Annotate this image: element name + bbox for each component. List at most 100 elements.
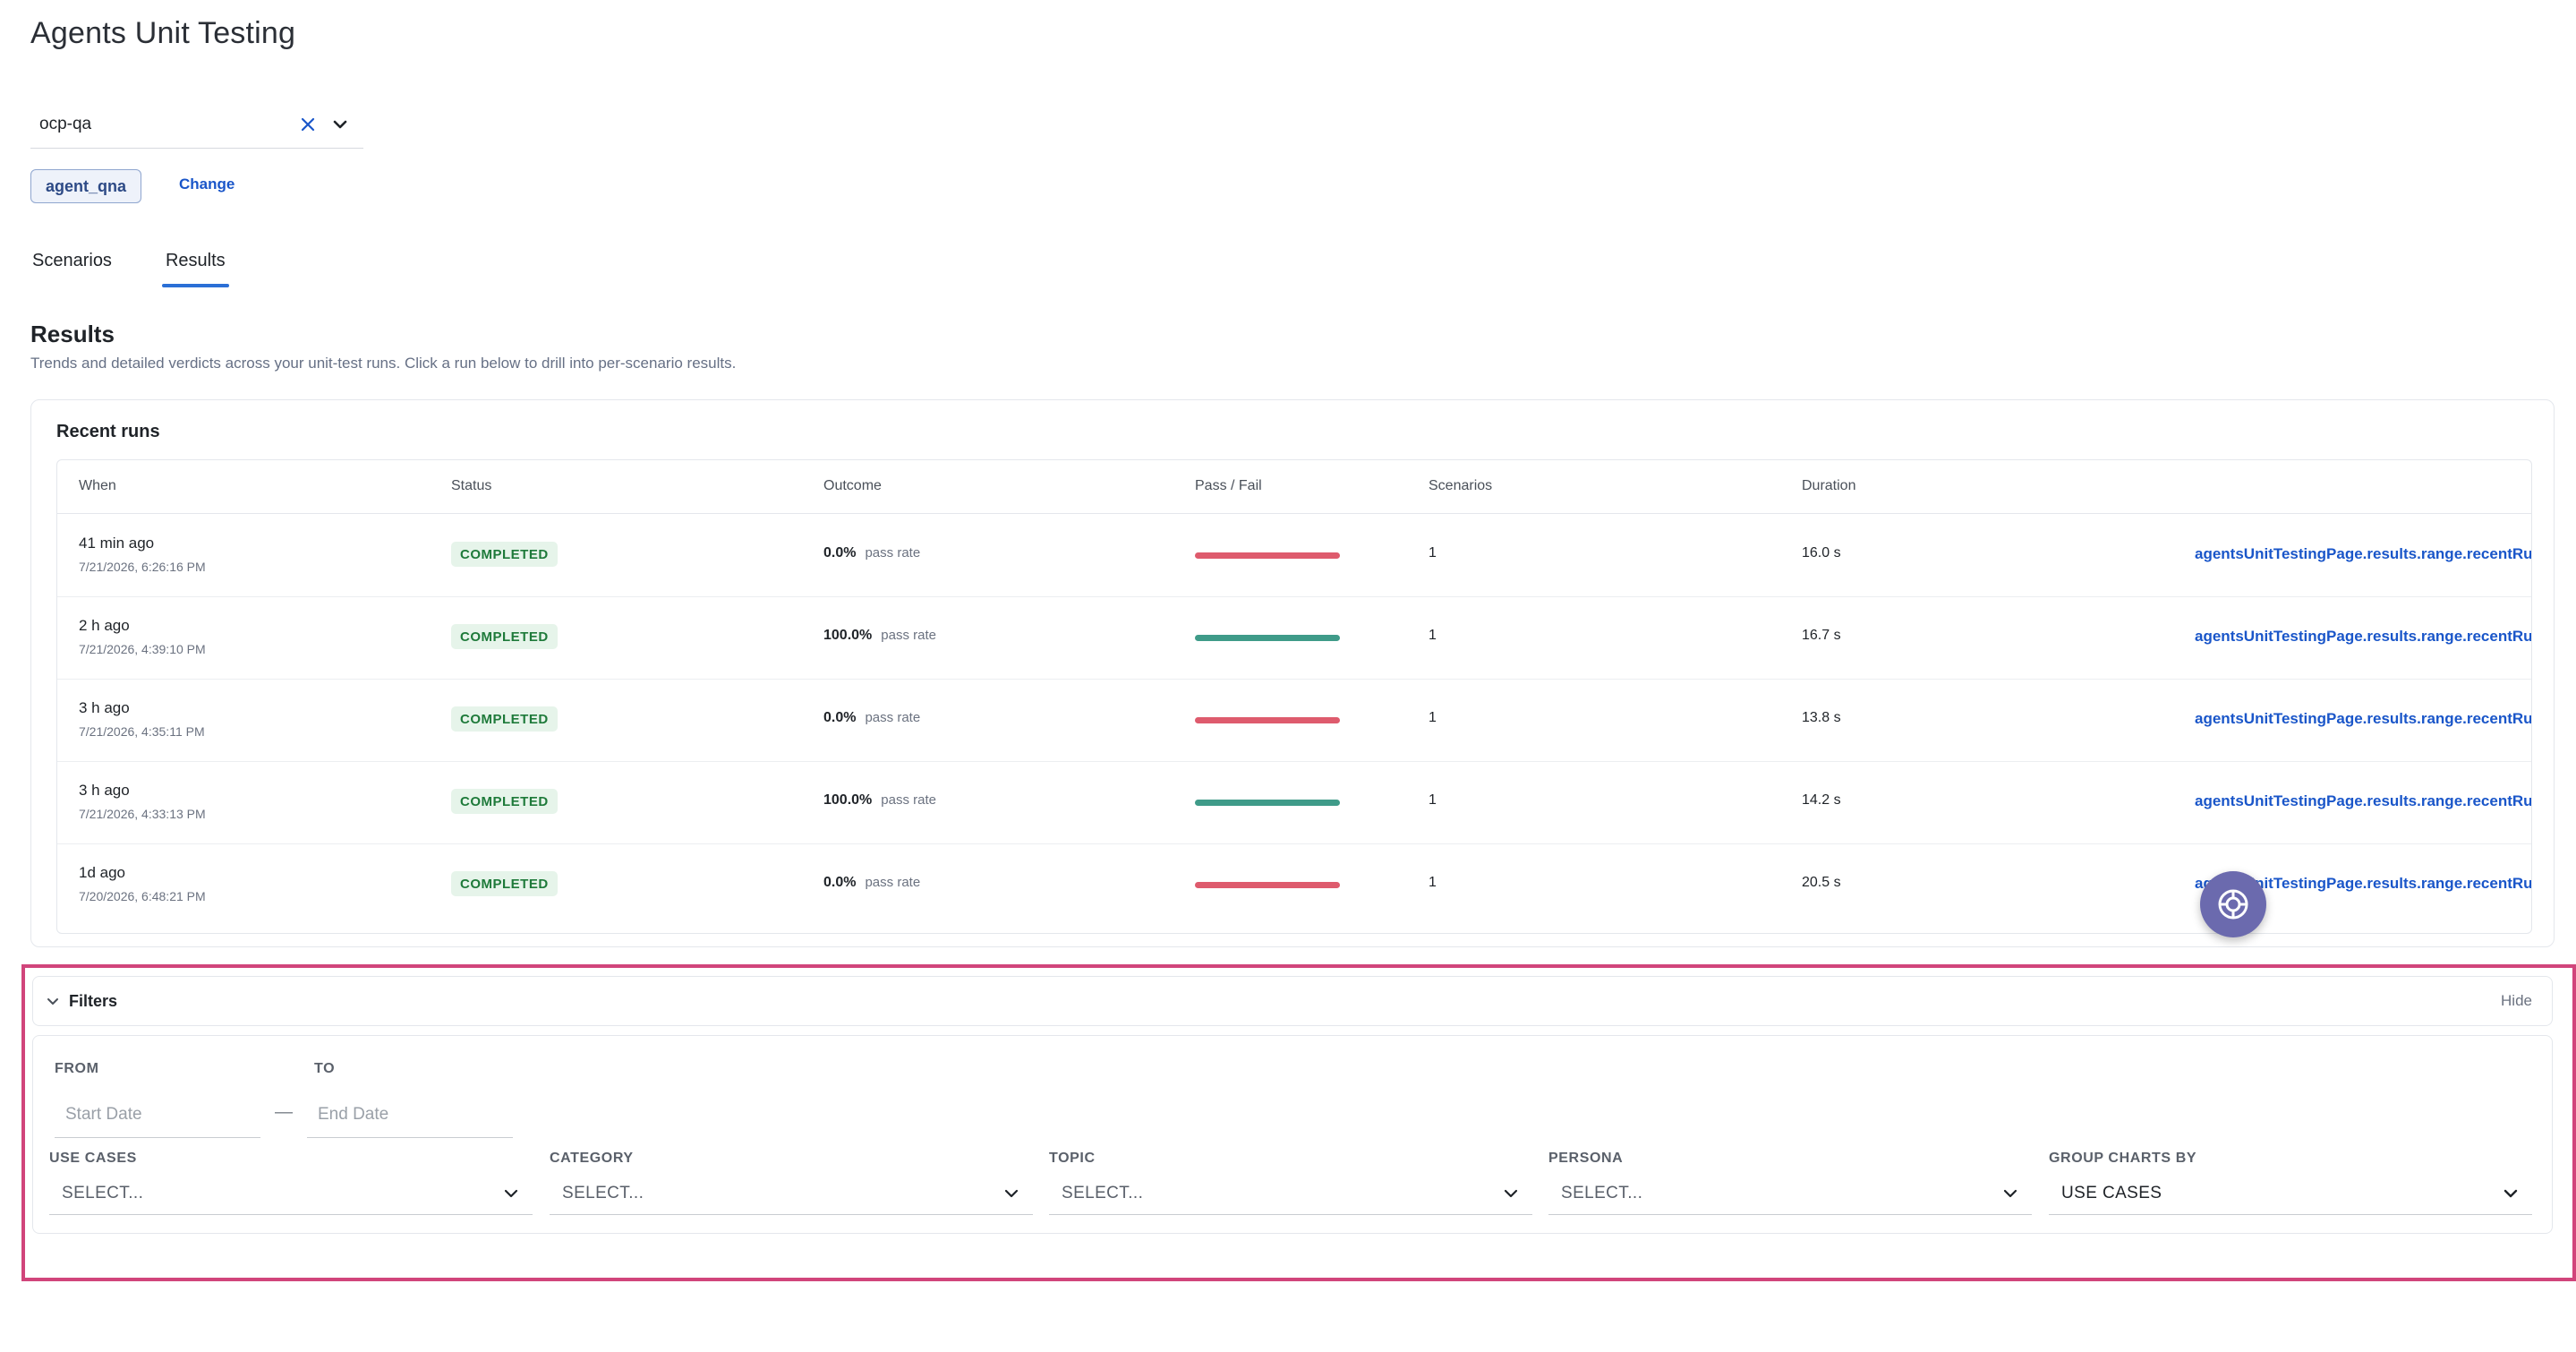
run-details-link[interactable]: agentsUnitTestingPage.results.range.rece… bbox=[2195, 628, 2531, 646]
run-when: 3 h ago bbox=[79, 782, 130, 799]
run-scenarios: 1 bbox=[1429, 710, 1437, 725]
recent-runs-table: When Status Outcome Pass / Fail Scenario… bbox=[56, 459, 2532, 934]
run-timestamp: 7/21/2026, 4:33:13 PM bbox=[79, 807, 206, 821]
run-outcome: 100.0% pass rate bbox=[823, 792, 936, 809]
category-value: SELECT... bbox=[562, 1183, 644, 1202]
to-label: TO bbox=[314, 1061, 336, 1076]
chevron-down-icon bbox=[1996, 1179, 2025, 1208]
run-timestamp: 7/21/2026, 6:26:16 PM bbox=[79, 560, 206, 574]
run-scenarios: 1 bbox=[1429, 792, 1437, 808]
topic-value: SELECT... bbox=[1062, 1183, 1144, 1202]
filters-header: Filters Hide bbox=[32, 976, 2553, 1026]
column-header-outcome: Outcome bbox=[823, 478, 882, 493]
run-scenarios: 1 bbox=[1429, 875, 1437, 890]
pass-fail-bar bbox=[1195, 800, 1340, 806]
run-when: 41 min ago bbox=[79, 535, 155, 552]
tab-bar: Scenarios Results bbox=[30, 244, 277, 287]
run-timestamp: 7/20/2026, 6:48:21 PM bbox=[79, 889, 206, 903]
run-scenarios: 1 bbox=[1429, 628, 1437, 643]
page-title: Agents Unit Testing bbox=[30, 16, 296, 50]
project-select-value: ocp-qa bbox=[39, 114, 92, 133]
project-select[interactable]: ocp-qa bbox=[30, 100, 363, 149]
outcome-percent: 0.0% bbox=[823, 875, 857, 890]
run-scenarios: 1 bbox=[1429, 545, 1437, 560]
chevron-down-icon bbox=[1497, 1179, 1525, 1208]
results-description: Trends and detailed verdicts across your… bbox=[30, 355, 737, 372]
table-row[interactable]: 3 h ago 7/21/2026, 4:33:13 PM COMPLETED 100… bbox=[57, 762, 2531, 844]
group-charts-by-value: USE CASES bbox=[2061, 1183, 2162, 1202]
outcome-percent: 0.0% bbox=[823, 545, 857, 560]
run-duration: 13.8 s bbox=[1802, 710, 1841, 725]
chevron-down-icon bbox=[2496, 1179, 2525, 1208]
filters-toggle[interactable]: Filters bbox=[33, 992, 117, 1011]
recent-runs-card: Recent runs When Status Outcome Pass / F… bbox=[30, 399, 2555, 947]
run-when: 2 h ago bbox=[79, 617, 130, 634]
column-header-scenarios: Scenarios bbox=[1429, 478, 1493, 493]
filters-title: Filters bbox=[69, 991, 118, 1010]
outcome-label: pass rate bbox=[865, 545, 921, 560]
hide-filters-button[interactable]: Hide bbox=[2501, 992, 2532, 1010]
run-timestamp: 7/21/2026, 4:35:11 PM bbox=[79, 724, 205, 739]
close-icon[interactable] bbox=[292, 108, 324, 141]
use-cases-value: SELECT... bbox=[62, 1183, 144, 1202]
tab-scenarios[interactable]: Scenarios bbox=[30, 244, 114, 287]
pass-fail-bar bbox=[1195, 552, 1340, 559]
persona-select[interactable]: SELECT... bbox=[1548, 1172, 2032, 1215]
category-select[interactable]: SELECT... bbox=[550, 1172, 1033, 1215]
run-when: 1d ago bbox=[79, 864, 125, 881]
outcome-label: pass rate bbox=[881, 628, 936, 643]
column-header-status: Status bbox=[451, 478, 492, 493]
persona-value: SELECT... bbox=[1561, 1183, 1643, 1202]
filters-panel: FROM TO Start Date — End Date USE CASES … bbox=[32, 1035, 2553, 1234]
column-header-pass-fail: Pass / Fail bbox=[1195, 478, 1262, 493]
agent-tag: agent_qna bbox=[30, 169, 142, 203]
use-cases-select[interactable]: SELECT... bbox=[49, 1172, 533, 1215]
run-when: 3 h ago bbox=[79, 699, 130, 716]
run-details-link[interactable]: agentsUnitTestingPage.results.range.rece… bbox=[2195, 545, 2531, 563]
status-badge: COMPLETED bbox=[451, 542, 558, 567]
outcome-percent: 100.0% bbox=[823, 792, 873, 808]
end-date-input[interactable]: End Date bbox=[307, 1091, 513, 1138]
group-charts-by-label: GROUP CHARTS BY bbox=[2049, 1151, 2197, 1166]
use-cases-label: USE CASES bbox=[49, 1151, 137, 1166]
persona-label: PERSONA bbox=[1548, 1151, 1624, 1166]
run-duration: 16.7 s bbox=[1802, 628, 1841, 643]
start-date-input[interactable]: Start Date bbox=[55, 1091, 260, 1138]
date-separator: — bbox=[275, 1102, 293, 1122]
chevron-down-icon bbox=[47, 998, 58, 1005]
pass-fail-bar bbox=[1195, 882, 1340, 888]
outcome-percent: 100.0% bbox=[823, 628, 873, 643]
outcome-label: pass rate bbox=[881, 792, 936, 808]
outcome-percent: 0.0% bbox=[823, 710, 857, 725]
run-outcome: 0.0% pass rate bbox=[823, 875, 920, 891]
chevron-down-icon[interactable] bbox=[324, 108, 356, 141]
run-timestamp: 7/21/2026, 4:39:10 PM bbox=[79, 642, 206, 656]
run-details-link[interactable]: agentsUnitTestingPage.results.range.rece… bbox=[2195, 792, 2531, 810]
category-label: CATEGORY bbox=[550, 1151, 634, 1166]
status-badge: COMPLETED bbox=[451, 706, 558, 732]
results-title: Results bbox=[30, 321, 115, 347]
status-badge: COMPLETED bbox=[451, 789, 558, 814]
table-row[interactable]: 2 h ago 7/21/2026, 4:39:10 PM COMPLETED 100… bbox=[57, 597, 2531, 680]
topic-select[interactable]: SELECT... bbox=[1049, 1172, 1532, 1215]
table-row[interactable]: 1d ago 7/20/2026, 6:48:21 PM COMPLETED 0.0%… bbox=[57, 844, 2531, 927]
help-button[interactable] bbox=[2200, 871, 2266, 937]
chevron-down-icon bbox=[497, 1179, 525, 1208]
table-row[interactable]: 41 min ago 7/21/2026, 6:26:16 PM COMPLETED… bbox=[57, 515, 2531, 597]
run-duration: 16.0 s bbox=[1802, 545, 1841, 560]
outcome-label: pass rate bbox=[865, 875, 921, 890]
table-header: When Status Outcome Pass / Fail Scenario… bbox=[57, 460, 2531, 514]
status-badge: COMPLETED bbox=[451, 871, 558, 896]
topic-label: TOPIC bbox=[1049, 1151, 1096, 1166]
chevron-down-icon bbox=[997, 1179, 1026, 1208]
status-badge: COMPLETED bbox=[451, 624, 558, 649]
column-header-duration: Duration bbox=[1802, 478, 1856, 493]
tab-results[interactable]: Results bbox=[161, 244, 229, 287]
run-details-link[interactable]: agentsUnitTestingPage.results.range.rece… bbox=[2195, 710, 2531, 728]
change-agent-link[interactable]: Change bbox=[179, 175, 235, 193]
pass-fail-bar bbox=[1195, 635, 1340, 641]
group-charts-by-select[interactable]: USE CASES bbox=[2049, 1172, 2532, 1215]
run-outcome: 100.0% pass rate bbox=[823, 628, 936, 644]
table-row[interactable]: 3 h ago 7/21/2026, 4:35:11 PM COMPLETED 0.0… bbox=[57, 680, 2531, 762]
recent-runs-title: Recent runs bbox=[56, 422, 160, 441]
